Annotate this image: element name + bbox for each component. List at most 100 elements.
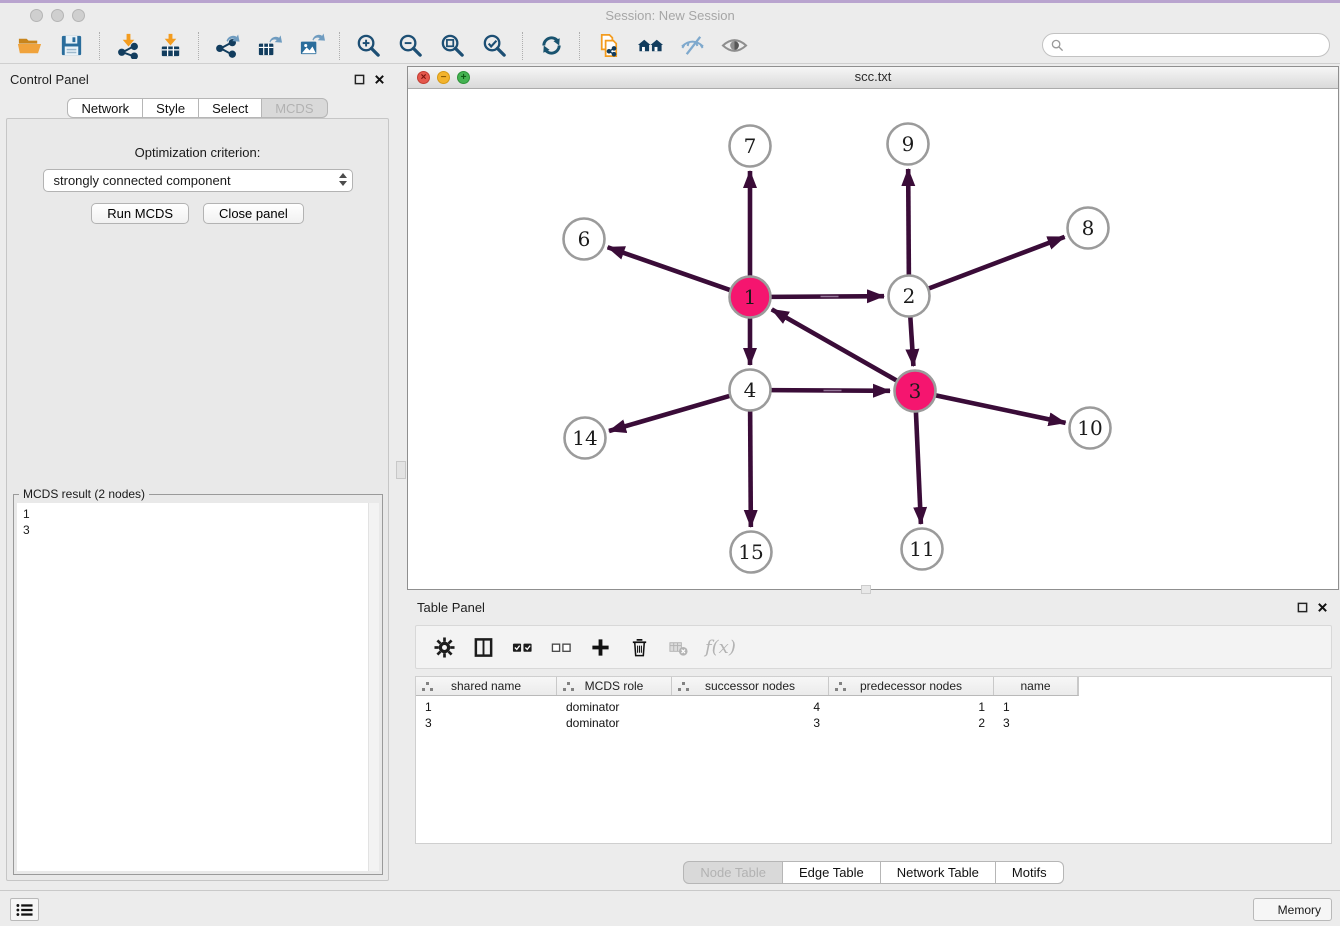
control-panel-title: Control Panel <box>10 72 89 87</box>
network-minimize-button[interactable]: − <box>437 71 450 84</box>
close-panel-icon[interactable] <box>374 74 385 85</box>
run-mcds-button[interactable]: Run MCDS <box>91 203 189 224</box>
svg-text:3: 3 <box>909 379 922 403</box>
refresh-button[interactable] <box>536 31 566 61</box>
session-title: Session: New Session <box>0 8 1340 23</box>
graph-node-6[interactable]: 6 <box>564 219 605 260</box>
tab-network[interactable]: Network <box>67 98 143 118</box>
task-history-button[interactable] <box>10 898 39 921</box>
import-table-button[interactable] <box>155 31 185 61</box>
checked-boxes-icon <box>512 637 533 658</box>
svg-text:15: 15 <box>738 540 763 564</box>
graph-node-4[interactable]: 4 <box>730 370 771 411</box>
graph-node-11[interactable]: 11 <box>902 529 943 570</box>
tab-edge-table[interactable]: Edge Table <box>783 861 881 884</box>
column-header-shared-name[interactable]: shared name <box>416 677 557 695</box>
import-network-button[interactable] <box>113 31 143 61</box>
add-row-button[interactable] <box>588 635 612 659</box>
delete-table-button[interactable] <box>666 635 690 659</box>
zoom-out-button[interactable] <box>395 31 425 61</box>
svg-text:4: 4 <box>744 378 757 402</box>
delete-rows-button[interactable] <box>627 635 651 659</box>
unchecked-boxes-icon <box>551 637 572 658</box>
select-all-rows-button[interactable] <box>510 635 534 659</box>
zoom-selected-button[interactable] <box>479 31 509 61</box>
open-folder-icon <box>16 32 43 59</box>
edge-2-8[interactable] <box>928 237 1065 289</box>
graph-node-2[interactable]: 2 <box>889 276 930 317</box>
graph-node-1[interactable]: 1 <box>730 277 771 318</box>
network-window-titlebar[interactable]: × − + scc.txt <box>408 67 1338 89</box>
network-canvas[interactable]: 7 9 6 8 1 2 4 3 14 10 15 11 <box>408 89 1338 589</box>
table-row[interactable]: 3dominator323 <box>416 715 1331 731</box>
zoom-out-icon <box>397 32 424 59</box>
search-field[interactable] <box>1042 33 1330 57</box>
tab-network-table[interactable]: Network Table <box>881 861 996 884</box>
memory-button[interactable]: Memory <box>1253 898 1332 921</box>
open-file-button[interactable] <box>14 31 44 61</box>
table-panel-tabs: Node TableEdge TableNetwork TableMotifs <box>407 861 1340 884</box>
edge-2-9[interactable] <box>908 169 909 276</box>
deselect-all-rows-button[interactable] <box>549 635 573 659</box>
close-panel-button[interactable]: Close panel <box>203 203 304 224</box>
save-session-button[interactable] <box>56 31 86 61</box>
zoom-in-button[interactable] <box>353 31 383 61</box>
tab-motifs[interactable]: Motifs <box>996 861 1064 884</box>
network-window-title: scc.txt <box>408 67 1338 87</box>
zoom-fit-button[interactable] <box>437 31 467 61</box>
edge-4-14[interactable] <box>609 396 731 431</box>
tab-style[interactable]: Style <box>143 98 199 118</box>
graph-node-3[interactable]: 3 <box>895 371 936 412</box>
svg-text:10: 10 <box>1077 416 1102 440</box>
edge-3-1[interactable] <box>772 309 898 381</box>
edge-3-10[interactable] <box>935 395 1066 423</box>
duplicate-network-button[interactable] <box>593 31 623 61</box>
hide-selected-button[interactable] <box>677 31 707 61</box>
eye-slash-icon <box>679 32 706 59</box>
float-panel-icon[interactable] <box>354 74 365 85</box>
network-maximize-button[interactable]: + <box>457 71 470 84</box>
show-columns-button[interactable] <box>471 635 495 659</box>
delete-table-icon <box>668 637 689 658</box>
network-close-button[interactable]: × <box>417 71 430 84</box>
first-neighbors-button[interactable] <box>635 31 665 61</box>
tab-mcds[interactable]: MCDS <box>262 98 327 118</box>
tab-node-table[interactable]: Node Table <box>683 861 783 884</box>
svg-text:11: 11 <box>909 537 934 561</box>
column-header-name[interactable]: name <box>994 677 1078 695</box>
table-options-button[interactable] <box>432 635 456 659</box>
export-table-button[interactable] <box>254 31 284 61</box>
refresh-icon <box>538 32 565 59</box>
column-header-predecessor-nodes[interactable]: predecessor nodes <box>829 677 994 695</box>
graph-node-7[interactable]: 7 <box>730 126 771 167</box>
export-network-button[interactable] <box>212 31 242 61</box>
edge-4-15[interactable] <box>750 410 751 527</box>
edge-2-3[interactable] <box>910 316 913 366</box>
column-header-MCDS-role[interactable]: MCDS role <box>557 677 672 695</box>
graph-node-14[interactable]: 14 <box>565 418 606 459</box>
graph-node-10[interactable]: 10 <box>1070 408 1111 449</box>
export-image-button[interactable] <box>296 31 326 61</box>
graph-node-15[interactable]: 15 <box>731 532 772 573</box>
vertical-splitter-handle[interactable] <box>396 461 406 479</box>
memory-status-dot <box>1262 904 1273 915</box>
column-header-successor-nodes[interactable]: successor nodes <box>672 677 829 695</box>
graph-node-8[interactable]: 8 <box>1068 208 1109 249</box>
mcds-result-text[interactable]: 1 3 <box>17 503 368 871</box>
edge-1-6[interactable] <box>608 247 732 290</box>
horizontal-splitter-handle[interactable] <box>861 585 871 594</box>
close-panel-icon[interactable] <box>1317 602 1328 613</box>
table-row[interactable]: 1dominator411 <box>416 699 1331 715</box>
search-input[interactable] <box>1068 37 1318 53</box>
tab-select[interactable]: Select <box>199 98 262 118</box>
result-scrollbar[interactable] <box>368 503 379 871</box>
show-all-button[interactable] <box>719 31 749 61</box>
zoom-in-icon <box>355 32 382 59</box>
criterion-dropdown[interactable]: strongly connected component <box>43 169 353 192</box>
float-panel-icon[interactable] <box>1297 602 1308 613</box>
graph-node-9[interactable]: 9 <box>888 124 929 165</box>
edge-3-11[interactable] <box>916 411 921 524</box>
function-builder-button[interactable]: f(x) <box>705 635 736 659</box>
import-table-icon <box>157 32 184 59</box>
node-table: shared nameMCDS rolesuccessor nodesprede… <box>415 676 1332 844</box>
